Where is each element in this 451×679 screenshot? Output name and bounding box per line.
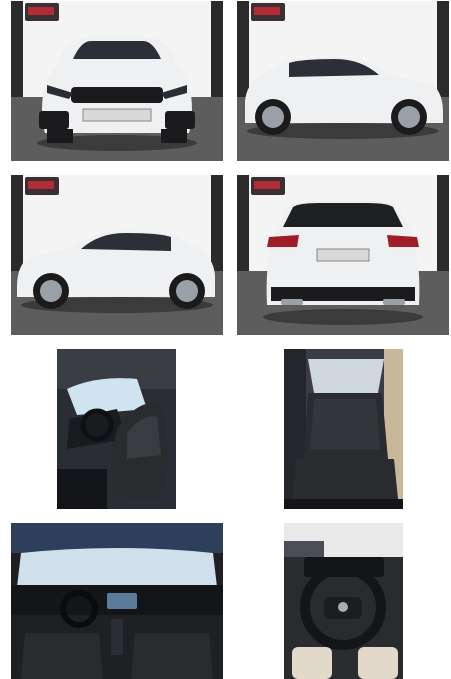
photo-rear-seats[interactable] — [284, 349, 403, 509]
steering-wheel-photo-icon — [284, 523, 403, 679]
photo-dashboard[interactable] — [11, 523, 223, 679]
car-side-right-photo-icon — [237, 1, 449, 161]
car-rear-photo-icon — [237, 175, 449, 335]
photo-car-side-right[interactable] — [237, 1, 449, 161]
photo-car-front[interactable] — [11, 1, 223, 161]
rear-seats-photo-icon — [284, 349, 403, 509]
photo-steering-wheel[interactable] — [284, 523, 403, 679]
car-side-left-photo-icon — [11, 175, 223, 335]
dashboard-photo-icon — [11, 523, 223, 679]
car-front-photo-icon — [11, 1, 223, 161]
photo-front-seats[interactable] — [57, 349, 176, 509]
front-seats-photo-icon — [57, 349, 176, 509]
photo-car-rear[interactable] — [237, 175, 449, 335]
photo-car-side-left[interactable] — [11, 175, 223, 335]
